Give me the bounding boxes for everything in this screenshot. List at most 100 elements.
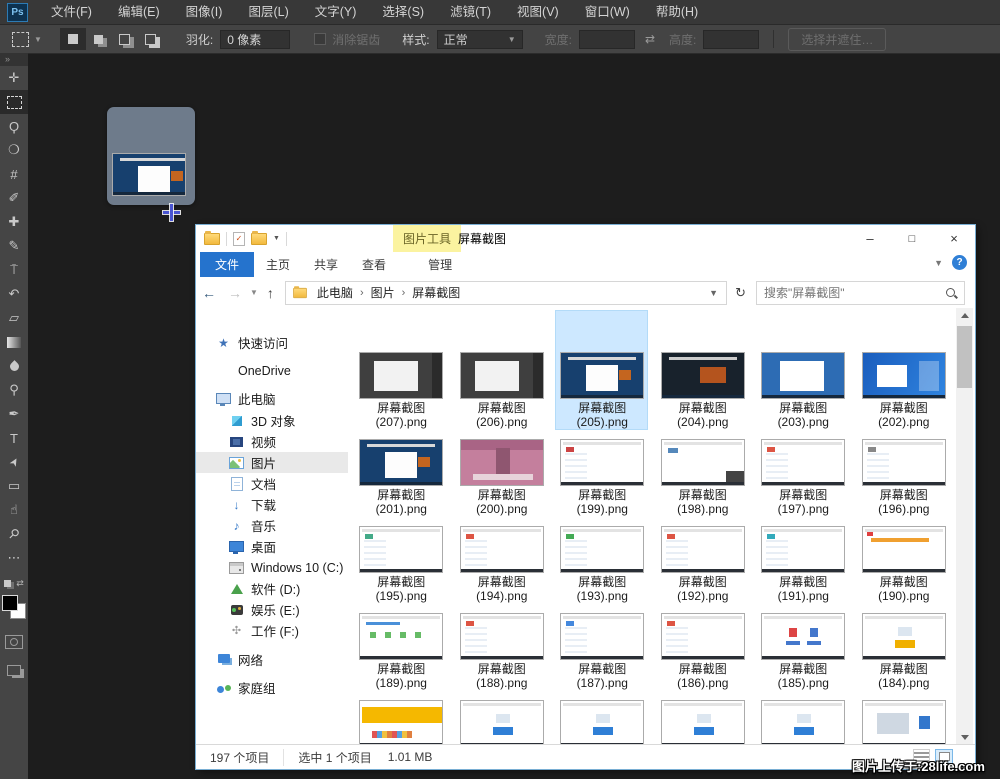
type-tool[interactable]: T xyxy=(0,426,28,450)
search-icon[interactable] xyxy=(945,287,957,299)
crop-tool[interactable]: # xyxy=(0,162,28,186)
breadcrumb-item[interactable]: 屏幕截图 xyxy=(409,284,463,301)
tab-share[interactable]: 共享 xyxy=(302,252,350,277)
file-item[interactable]: 屏幕截图(188).png xyxy=(452,613,553,700)
toolbar-collapse-handle[interactable]: » xyxy=(0,53,28,66)
clone-stamp-tool[interactable]: ⍑ xyxy=(0,258,28,282)
sidebar-item-videos[interactable]: 视频 xyxy=(196,431,348,452)
height-input[interactable] xyxy=(703,30,759,49)
back-button[interactable]: ← xyxy=(196,285,222,301)
default-colors-icon[interactable] xyxy=(4,580,11,587)
menu-filter[interactable]: 滤镜(T) xyxy=(437,0,504,24)
swap-colors-icon[interactable]: ⇄ xyxy=(16,578,24,589)
select-and-mask-button[interactable]: 选择并遮住… xyxy=(788,28,886,51)
menu-image[interactable]: 图像(I) xyxy=(173,0,236,24)
scrollbar-thumb[interactable] xyxy=(957,326,972,388)
zoom-tool[interactable]: ⚲ xyxy=(0,522,28,546)
forward-button[interactable]: → xyxy=(222,285,248,301)
file-item[interactable]: 屏幕截图(204).png xyxy=(653,352,754,439)
file-item[interactable]: 屏幕截图(189).png xyxy=(351,613,452,700)
up-button[interactable]: ↑ xyxy=(260,285,281,301)
color-swatches[interactable] xyxy=(2,595,26,619)
file-item[interactable]: 屏幕截图(186).png xyxy=(653,613,754,700)
move-tool[interactable]: ✛ xyxy=(0,66,28,90)
swap-dimensions-icon[interactable]: ⇄ xyxy=(645,32,655,46)
file-item[interactable]: 屏幕截图(201).png xyxy=(351,439,452,526)
new-folder-icon[interactable] xyxy=(251,233,267,245)
file-item[interactable]: 屏幕截图(207).png xyxy=(351,352,452,439)
file-item[interactable]: 屏幕截图(197).png xyxy=(753,439,854,526)
tab-home[interactable]: 主页 xyxy=(254,252,302,277)
screen-mode-button[interactable] xyxy=(7,665,21,676)
new-selection-button[interactable] xyxy=(60,28,86,50)
ribbon-collapse-chevron-icon[interactable]: ▼ xyxy=(934,258,943,268)
file-item[interactable] xyxy=(351,700,452,745)
file-item[interactable]: 屏幕截图(192).png xyxy=(653,526,754,613)
rectangular-marquee-tool[interactable] xyxy=(0,90,28,114)
sidebar-item-quick-access[interactable]: ★快速访问 xyxy=(196,332,348,353)
history-brush-tool[interactable]: ↶ xyxy=(0,282,28,306)
eraser-tool[interactable]: ▱ xyxy=(0,306,28,330)
address-dropdown-chevron-icon[interactable]: ▼ xyxy=(709,288,720,298)
foreground-color-swatch[interactable] xyxy=(2,595,18,611)
file-item[interactable]: 屏幕截图(198).png xyxy=(653,439,754,526)
file-item[interactable]: 屏幕截图(185).png xyxy=(753,613,854,700)
style-select[interactable]: 正常 ▼ xyxy=(437,30,523,49)
sidebar-item-downloads[interactable]: ↓下载 xyxy=(196,494,348,515)
file-item[interactable] xyxy=(753,700,854,745)
lasso-tool[interactable]: Ϙ xyxy=(0,114,28,138)
tab-manage[interactable]: 管理 xyxy=(416,252,464,277)
file-item[interactable]: 屏幕截图(205).png xyxy=(552,352,653,439)
recent-locations-chevron-icon[interactable]: ▼ xyxy=(248,288,260,297)
rectangle-tool[interactable]: ▭ xyxy=(0,474,28,498)
pen-tool[interactable]: ✒ xyxy=(0,402,28,426)
menu-type[interactable]: 文字(Y) xyxy=(302,0,370,24)
properties-icon[interactable]: ✓ xyxy=(233,232,245,246)
menu-help[interactable]: 帮助(H) xyxy=(643,0,711,24)
sidebar-item-desktop[interactable]: 桌面 xyxy=(196,536,348,557)
file-item[interactable]: 屏幕截图(193).png xyxy=(552,526,653,613)
file-item[interactable]: 屏幕截图(199).png xyxy=(552,439,653,526)
help-button[interactable]: ? xyxy=(952,255,967,270)
file-item[interactable]: 屏幕截图(191).png xyxy=(753,526,854,613)
file-item[interactable]: 屏幕截图(202).png xyxy=(854,352,955,439)
quick-selection-tool[interactable]: ❍ xyxy=(0,138,28,162)
sidebar-item-music[interactable]: ♪音乐 xyxy=(196,515,348,536)
file-item[interactable]: 屏幕截图(187).png xyxy=(552,613,653,700)
file-item[interactable]: 屏幕截图(195).png xyxy=(351,526,452,613)
file-item[interactable]: 屏幕截图(194).png xyxy=(452,526,553,613)
sidebar-item-drive-c[interactable]: Windows 10 (C:) xyxy=(196,557,348,578)
search-input[interactable]: 搜索"屏幕截图" xyxy=(756,281,965,305)
file-item[interactable] xyxy=(452,700,553,745)
eyedropper-tool[interactable]: ✐ xyxy=(0,186,28,210)
width-input[interactable] xyxy=(579,30,635,49)
sidebar-item-network[interactable]: 网络 xyxy=(196,649,348,670)
feather-input[interactable]: 0 像素 xyxy=(220,30,290,49)
maximize-button[interactable]: □ xyxy=(891,225,933,252)
folder-icon[interactable] xyxy=(204,233,220,245)
close-button[interactable]: × xyxy=(933,225,975,252)
dodge-tool[interactable]: ⚲ xyxy=(0,378,28,402)
file-item[interactable]: 屏幕截图(190).png xyxy=(854,526,955,613)
file-item[interactable]: 屏幕截图(203).png xyxy=(753,352,854,439)
minimize-button[interactable]: – xyxy=(849,225,891,252)
brush-tool[interactable]: ✎ xyxy=(0,234,28,258)
file-item[interactable]: 屏幕截图(196).png xyxy=(854,439,955,526)
vertical-scrollbar[interactable] xyxy=(956,308,973,745)
sidebar-item-onedrive[interactable]: OneDrive xyxy=(196,360,348,381)
breadcrumb-item[interactable]: 此电脑 xyxy=(314,284,356,301)
edit-toolbar-button[interactable]: ⋯ xyxy=(0,546,28,570)
intersect-selection-button[interactable] xyxy=(138,28,164,50)
sidebar-item-3d-objects[interactable]: 3D 对象 xyxy=(196,410,348,431)
tab-file[interactable]: 文件 xyxy=(200,252,254,277)
antialias-checkbox[interactable] xyxy=(314,33,326,45)
sidebar-item-drive-f[interactable]: ✣工作 (F:) xyxy=(196,620,348,641)
scroll-up-arrow[interactable] xyxy=(956,308,973,323)
sidebar-item-drive-e[interactable]: 娱乐 (E:) xyxy=(196,599,348,620)
file-item[interactable]: 屏幕截图(184).png xyxy=(854,613,955,700)
breadcrumb-item[interactable]: 图片 xyxy=(368,284,398,301)
sidebar-item-homegroup[interactable]: 家庭组 xyxy=(196,677,348,698)
file-item[interactable] xyxy=(552,700,653,745)
sidebar-item-pictures[interactable]: 图片 xyxy=(196,452,348,473)
file-item[interactable] xyxy=(653,700,754,745)
